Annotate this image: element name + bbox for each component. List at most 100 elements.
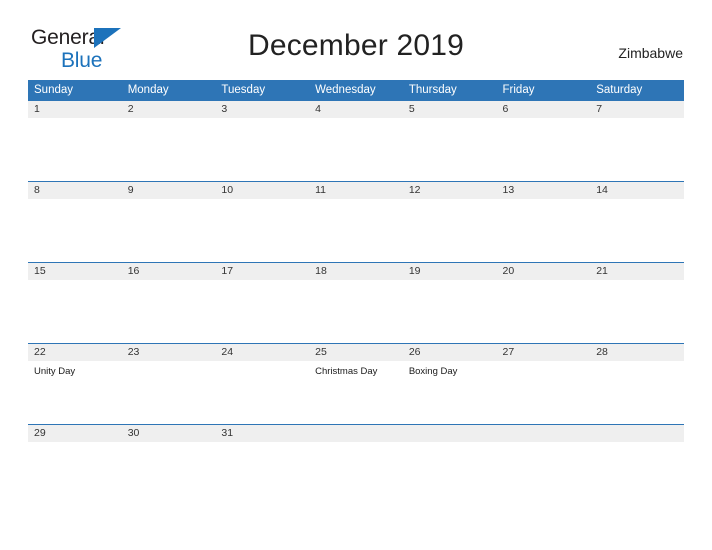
day-cell-inner xyxy=(496,425,591,453)
day-number: 16 xyxy=(121,263,216,280)
day-cell-inner: 27 xyxy=(496,344,591,424)
day-cell-inner: 28 xyxy=(590,344,684,424)
calendar-day-cell[interactable]: 17 xyxy=(215,262,310,344)
day-cell-inner: 12 xyxy=(402,182,497,262)
day-number: 18 xyxy=(309,263,403,280)
day-number: 19 xyxy=(402,263,497,280)
day-number: 13 xyxy=(496,182,591,199)
day-number: 8 xyxy=(28,182,122,199)
calendar-day-cell[interactable]: 22 Unity Day xyxy=(28,343,122,425)
calendar-day-cell xyxy=(309,424,403,453)
day-cell-inner: 19 xyxy=(402,263,497,343)
day-cell-inner: 1 xyxy=(28,101,122,181)
calendar-day-cell[interactable]: 15 xyxy=(28,262,122,344)
day-cell-inner xyxy=(590,425,684,453)
calendar-day-cell[interactable]: 11 xyxy=(309,181,403,263)
calendar-day-cell[interactable]: 29 xyxy=(28,424,122,453)
day-cell-inner xyxy=(402,425,497,453)
calendar-day-cell[interactable]: 19 xyxy=(402,262,497,344)
day-cell-inner: 31 xyxy=(215,425,310,453)
calendar-page: General Blue December 2019 Zimbabwe Sund… xyxy=(0,0,712,550)
calendar-day-cell[interactable]: 18 xyxy=(309,262,403,344)
calendar-day-cell[interactable]: 7 xyxy=(590,100,684,182)
day-cell-inner: 21 xyxy=(590,263,684,343)
calendar-day-cell[interactable]: 31 xyxy=(215,424,310,453)
day-cell-inner: 11 xyxy=(309,182,403,262)
country-label: Zimbabwe xyxy=(618,45,683,61)
calendar-week-row: 22 Unity Day 23 24 25 Christmas Day 26 Boxi… xyxy=(28,343,684,425)
day-number: 25 xyxy=(309,344,403,361)
day-event: Boxing Day xyxy=(408,366,458,377)
day-cell-inner: 9 xyxy=(121,182,216,262)
calendar-day-cell[interactable]: 21 xyxy=(590,262,684,344)
calendar-day-cell[interactable]: 13 xyxy=(496,181,591,263)
calendar-day-cell[interactable]: 23 xyxy=(121,343,216,425)
day-number: 12 xyxy=(402,182,497,199)
weekday-header-monday: Monday xyxy=(121,80,216,101)
day-cell-inner: 26 Boxing Day xyxy=(402,344,497,424)
day-number: 14 xyxy=(590,182,684,199)
day-number: 2 xyxy=(121,101,216,118)
day-event: Unity Day xyxy=(34,366,76,377)
calendar-day-cell[interactable]: 6 xyxy=(496,100,591,182)
day-number: 9 xyxy=(121,182,216,199)
calendar-day-cell[interactable]: 27 xyxy=(496,343,591,425)
calendar-day-cell[interactable]: 30 xyxy=(121,424,216,453)
calendar-day-cell[interactable]: 5 xyxy=(402,100,497,182)
weekday-header-sunday: Sunday xyxy=(28,80,122,101)
day-cell-inner: 4 xyxy=(309,101,403,181)
weekday-header-friday: Friday xyxy=(496,80,591,101)
calendar-day-cell[interactable]: 16 xyxy=(121,262,216,344)
calendar-day-cell[interactable]: 26 Boxing Day xyxy=(402,343,497,425)
day-number: 5 xyxy=(402,101,497,118)
day-number: 6 xyxy=(496,101,591,118)
day-number: 23 xyxy=(121,344,216,361)
day-number: 1 xyxy=(28,101,122,118)
day-cell-inner: 29 xyxy=(28,425,122,453)
day-number: 17 xyxy=(215,263,310,280)
day-cell-inner: 10 xyxy=(215,182,310,262)
calendar-day-cell[interactable]: 8 xyxy=(28,181,122,263)
calendar-body: 1 2 3 4 5 6 7 8 9 10 11 12 13 14 15 16 1… xyxy=(28,100,684,453)
calendar-day-cell[interactable]: 25 Christmas Day xyxy=(309,343,403,425)
calendar-day-cell[interactable]: 14 xyxy=(590,181,684,263)
calendar-day-cell[interactable]: 1 xyxy=(28,100,122,182)
calendar-day-cell[interactable]: 28 xyxy=(590,343,684,425)
day-cell-inner: 3 xyxy=(215,101,310,181)
weekday-header-tuesday: Tuesday xyxy=(215,80,310,101)
day-cell-inner: 15 xyxy=(28,263,122,343)
day-cell-inner: 5 xyxy=(402,101,497,181)
calendar-day-cell[interactable]: 9 xyxy=(121,181,216,263)
day-number: 21 xyxy=(590,263,684,280)
calendar-header-row: Sunday Monday Tuesday Wednesday Thursday… xyxy=(28,80,684,101)
day-number: 10 xyxy=(215,182,310,199)
day-number: 27 xyxy=(496,344,591,361)
weekday-header-thursday: Thursday xyxy=(402,80,497,101)
weekday-header-wednesday: Wednesday xyxy=(309,80,403,101)
calendar-day-cell[interactable]: 24 xyxy=(215,343,310,425)
day-cell-inner: 8 xyxy=(28,182,122,262)
day-cell-inner: 22 Unity Day xyxy=(28,344,122,424)
calendar-day-cell[interactable]: 3 xyxy=(215,100,310,182)
day-number: 31 xyxy=(215,425,310,442)
calendar-day-cell[interactable]: 12 xyxy=(402,181,497,263)
day-number: 30 xyxy=(121,425,216,442)
day-cell-inner: 7 xyxy=(590,101,684,181)
day-number: 22 xyxy=(28,344,122,361)
day-number xyxy=(496,425,591,442)
calendar-day-cell xyxy=(496,424,591,453)
calendar-day-cell[interactable]: 4 xyxy=(309,100,403,182)
calendar-week-row: 29 30 31 xyxy=(28,424,684,453)
calendar-day-cell[interactable]: 10 xyxy=(215,181,310,263)
day-cell-inner xyxy=(309,425,403,453)
calendar-day-cell[interactable]: 20 xyxy=(496,262,591,344)
day-number: 11 xyxy=(309,182,403,199)
calendar-day-cell xyxy=(402,424,497,453)
day-number: 26 xyxy=(402,344,497,361)
day-cell-inner: 6 xyxy=(496,101,591,181)
day-cell-inner: 2 xyxy=(121,101,216,181)
day-number xyxy=(402,425,497,442)
calendar-day-cell[interactable]: 2 xyxy=(121,100,216,182)
day-cell-inner: 30 xyxy=(121,425,216,453)
day-number: 15 xyxy=(28,263,122,280)
